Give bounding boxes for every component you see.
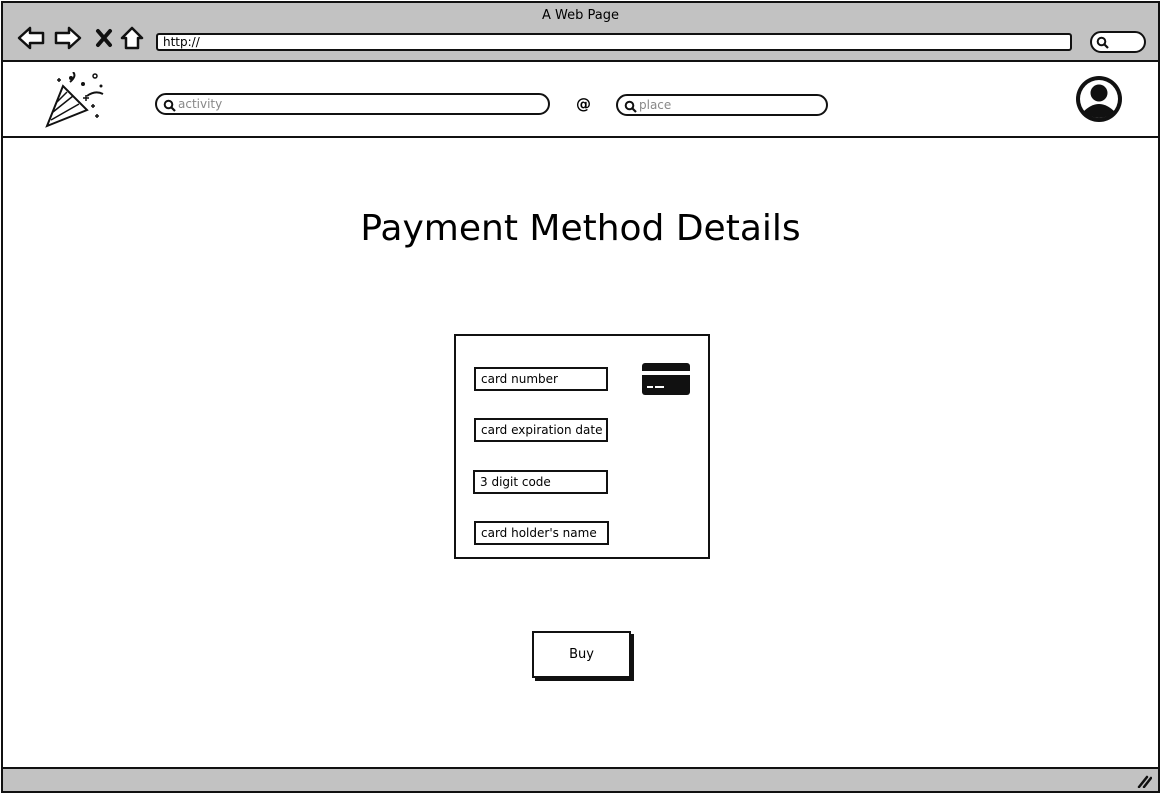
forward-arrow-icon[interactable] — [53, 23, 83, 53]
site-header: activity @ place — [3, 62, 1158, 138]
place-placeholder: place — [639, 98, 672, 112]
stop-icon[interactable] — [89, 23, 119, 53]
activity-placeholder: activity — [178, 97, 223, 111]
browser-search-field[interactable] — [1090, 31, 1146, 53]
card-number-field[interactable]: card number — [474, 367, 608, 391]
browser-chrome: A Web Page http:// — [3, 3, 1158, 62]
search-icon — [1096, 36, 1109, 49]
place-search-input[interactable]: place — [616, 94, 828, 116]
card-holder-name-field[interactable]: card holder's name — [474, 521, 609, 545]
home-icon[interactable] — [117, 23, 147, 53]
activity-search-input[interactable]: activity — [155, 93, 550, 115]
at-symbol: @ — [576, 95, 591, 113]
user-avatar-icon[interactable] — [1074, 74, 1124, 124]
page-title: Payment Method Details — [360, 208, 801, 249]
url-bar[interactable]: http:// — [156, 33, 1072, 51]
search-icon — [624, 100, 637, 113]
buy-button-label: Buy — [569, 647, 594, 662]
status-bar — [3, 767, 1158, 791]
credit-card-icon — [642, 363, 690, 395]
browser-window: A Web Page http:// activity @ place Paym… — [1, 1, 1160, 793]
url-text: http:// — [163, 35, 200, 49]
search-icon — [163, 99, 176, 112]
back-arrow-icon[interactable] — [16, 23, 46, 53]
resize-grip-icon[interactable] — [1136, 774, 1152, 788]
party-popper-icon[interactable] — [43, 71, 111, 130]
payment-form: card number card expiration date 3 digit… — [454, 334, 710, 559]
security-code-field[interactable]: 3 digit code — [473, 470, 608, 494]
expiration-date-field[interactable]: card expiration date — [474, 418, 608, 442]
buy-button[interactable]: Buy — [532, 631, 631, 678]
window-title: A Web Page — [542, 8, 619, 23]
